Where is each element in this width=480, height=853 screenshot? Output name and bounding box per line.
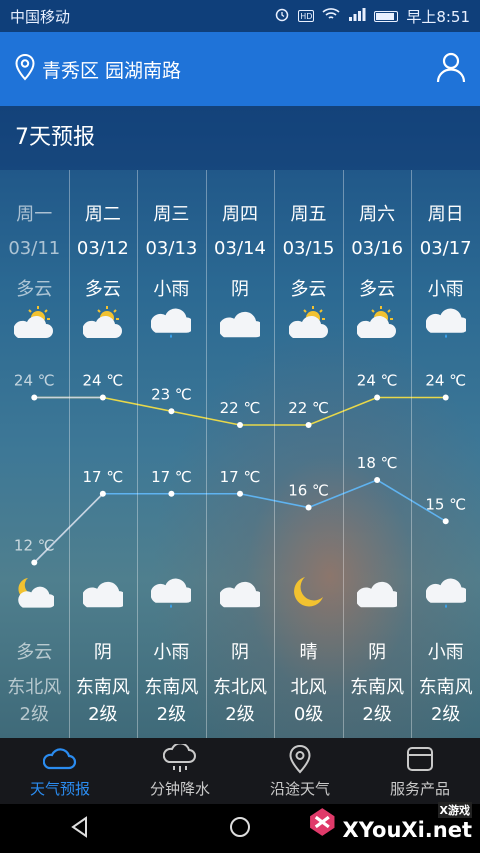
day-condition: 小雨 xyxy=(153,279,190,300)
tab-label: 天气预报 xyxy=(29,779,90,798)
wind-level: 2级 xyxy=(88,704,118,725)
day-column[interactable]: 周日 03/17 小雨 小雨 东南风 2级 xyxy=(411,170,480,738)
wind-level: 2级 xyxy=(19,704,49,725)
rain-cloud-icon xyxy=(137,574,206,614)
tab-precipitation[interactable]: 分钟降水 xyxy=(120,738,240,804)
day-label: 周二 xyxy=(84,204,121,225)
day-condition: 多云 xyxy=(16,279,53,300)
day-label: 周三 xyxy=(153,204,190,225)
alarm-icon xyxy=(274,6,290,26)
day-label: 周日 xyxy=(427,204,464,225)
cloud-icon xyxy=(206,574,275,614)
wind-level: 2级 xyxy=(430,704,461,725)
date-label: 03/13 xyxy=(145,238,198,259)
day-condition: 小雨 xyxy=(427,279,464,300)
night-condition: 小雨 xyxy=(153,642,190,663)
watermark-logo: X游戏 XYouXi.net xyxy=(306,782,472,842)
section-title: 7天预报 xyxy=(0,106,480,170)
day-label: 周一 xyxy=(16,204,53,225)
rain-cloud-icon xyxy=(137,304,206,344)
status-icons: HD 早上8:51 xyxy=(274,6,470,27)
partly-cloudy-icon xyxy=(343,304,412,344)
day-condition: 多云 xyxy=(84,279,121,300)
date-label: 03/16 xyxy=(351,238,404,259)
watermark-badge-icon xyxy=(310,808,335,836)
location-pin-icon xyxy=(14,53,36,86)
wind-level: 2级 xyxy=(225,704,255,725)
date-label: 03/14 xyxy=(214,238,266,259)
day-label: 周四 xyxy=(221,204,258,225)
wind-direction: 东南风 xyxy=(75,677,130,698)
forecast-panel: 7天预报 24 ℃ 24 ℃ 23 ℃ 22 ℃ 22 ℃ 24 ℃ 24 ℃ 12 ℃ 17 … xyxy=(0,106,480,738)
date-label: 03/15 xyxy=(282,238,335,259)
moon-icon xyxy=(274,574,343,614)
cloud-icon xyxy=(69,574,138,614)
box-icon xyxy=(405,744,435,778)
wind-level: 2级 xyxy=(362,704,392,725)
weather-cloud-icon xyxy=(42,744,77,778)
watermark-top: X游戏 xyxy=(437,802,472,818)
date-label: 03/17 xyxy=(419,238,472,259)
cloud-icon xyxy=(206,304,275,344)
tab-forecast[interactable]: 天气预报 xyxy=(0,738,120,804)
day-label: 周六 xyxy=(359,204,396,225)
wind-level: 2级 xyxy=(156,704,187,725)
day-column[interactable]: 周一 03/11 多云 多云 东北风 2级 xyxy=(0,170,69,738)
location-selector[interactable]: 青秀区 园湖南路 xyxy=(14,53,181,86)
tab-label: 分钟降水 xyxy=(149,779,210,798)
day-column[interactable]: 周五 03/15 多云 晴 北风 0级 xyxy=(274,170,343,738)
hd-icon: HD xyxy=(298,10,315,22)
night-condition: 阴 xyxy=(93,642,112,663)
watermark-main: XYouXi.net xyxy=(342,818,472,842)
moon-cloud-icon xyxy=(0,574,69,614)
night-condition: 阴 xyxy=(230,642,249,663)
rain-cloud-icon xyxy=(162,741,197,778)
back-icon[interactable] xyxy=(68,815,92,843)
partly-cloudy-icon xyxy=(274,304,343,344)
wind-direction: 东北风 xyxy=(212,677,267,698)
carrier-label: 中国移动 xyxy=(10,7,71,26)
clock-label: 早上8:51 xyxy=(406,7,470,26)
night-condition: 多云 xyxy=(16,642,53,663)
wind-direction: 东北风 xyxy=(7,677,62,698)
day-condition: 多云 xyxy=(359,279,396,300)
location-pin-icon xyxy=(286,744,314,778)
wind-direction: 东南风 xyxy=(144,677,199,698)
location-label: 青秀区 园湖南路 xyxy=(42,59,182,82)
night-condition: 晴 xyxy=(299,642,318,663)
partly-cloudy-icon xyxy=(0,304,69,344)
cloud-icon xyxy=(343,574,412,614)
night-condition: 小雨 xyxy=(427,642,464,663)
wifi-icon xyxy=(322,7,340,25)
date-label: 03/11 xyxy=(8,238,61,259)
signal-icon xyxy=(348,7,366,25)
battery-icon xyxy=(374,10,399,22)
day-condition: 多云 xyxy=(290,279,327,300)
wind-direction: 北风 xyxy=(290,677,327,698)
home-icon[interactable] xyxy=(228,815,252,843)
night-condition: 阴 xyxy=(368,642,387,663)
day-column[interactable]: 周二 03/12 多云 阴 东南风 2级 xyxy=(69,170,138,738)
day-column[interactable]: 周四 03/14 阴 阴 东北风 2级 xyxy=(206,170,275,738)
forecast-grid: 24 ℃ 24 ℃ 23 ℃ 22 ℃ 22 ℃ 24 ℃ 24 ℃ 12 ℃ 17 ℃ 17 ℃… xyxy=(0,170,480,738)
day-column[interactable]: 周三 03/13 小雨 小雨 东南风 2级 xyxy=(137,170,206,738)
status-bar: 中国移动 HD 早上8:51 xyxy=(0,0,480,32)
wind-direction: 东南风 xyxy=(350,677,405,698)
user-icon[interactable] xyxy=(436,51,466,87)
rain-cloud-icon xyxy=(411,304,480,344)
day-column[interactable]: 周六 03/16 多云 阴 东南风 2级 xyxy=(343,170,412,738)
day-condition: 阴 xyxy=(230,279,249,300)
location-header: 青秀区 园湖南路 xyxy=(0,32,480,106)
wind-direction: 东南风 xyxy=(418,677,473,698)
rain-cloud-icon xyxy=(411,574,480,614)
partly-cloudy-icon xyxy=(69,304,138,344)
date-label: 03/12 xyxy=(76,238,129,259)
day-label: 周五 xyxy=(290,204,327,225)
wind-level: 0级 xyxy=(293,704,324,725)
